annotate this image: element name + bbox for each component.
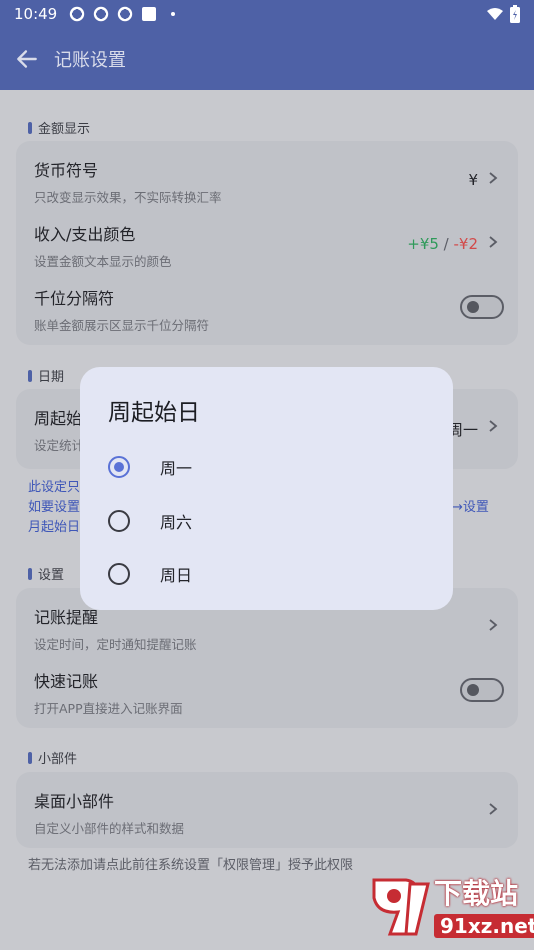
section-mark [28, 751, 32, 764]
expense-sample: -¥2 [453, 235, 479, 253]
section-title-label: 日期 [38, 370, 65, 385]
quick-record-title: 快速记账 [34, 672, 99, 691]
week-start-dialog: 周起始日 周一 周六 周日 [80, 367, 453, 610]
option-label: 周日 [160, 566, 193, 585]
option-monday[interactable]: 周一 [108, 449, 428, 485]
toggle-knob [467, 301, 479, 313]
app-notification-icon [94, 6, 109, 22]
quick-record-toggle[interactable] [460, 678, 504, 702]
currency-symbol-row[interactable]: 货币符号 只改变显示效果，不实际转换汇率 ¥ [34, 157, 500, 206]
toggle-knob [467, 684, 479, 696]
watermark-url: 91xz.net [434, 914, 534, 938]
status-bar: 10:49 [0, 0, 534, 28]
thousands-separator-title: 千位分隔符 [34, 289, 115, 308]
color-separator: / [438, 235, 454, 253]
section-title-settings: 设置 [28, 564, 64, 583]
option-label: 周六 [160, 513, 193, 532]
thousands-separator-row: 千位分隔符 账单金额展示区显示千位分隔符 [34, 285, 504, 334]
desktop-widget-subtitle: 自定义小部件的样式和数据 [34, 821, 185, 836]
section-title-date: 日期 [28, 366, 64, 385]
section-title-label: 金额显示 [38, 122, 91, 137]
date-note-line3: 月起始日 [28, 520, 81, 535]
status-time: 10:49 [14, 5, 58, 23]
app-notification-icon [70, 6, 85, 22]
thousands-separator-toggle[interactable] [460, 295, 504, 319]
section-mark [28, 121, 32, 134]
currency-symbol-value: ¥ [468, 171, 478, 189]
desktop-widget-title: 桌面小部件 [34, 792, 115, 811]
app-bar: 记账设置 [0, 28, 534, 90]
income-sample: +¥5 [407, 235, 439, 253]
reminder-subtitle: 设定时间，定时通知提醒记账 [34, 637, 197, 652]
section-title-label: 小部件 [38, 752, 78, 767]
chevron-right-icon [489, 420, 498, 432]
option-sunday[interactable]: 周日 [108, 556, 428, 592]
app-notification-icon [118, 6, 133, 22]
watermark-logo-icon [372, 878, 430, 936]
date-note-line1: 此设定只 [28, 480, 81, 495]
wifi-icon [487, 8, 503, 20]
quick-record-row: 快速记账 打开APP直接进入记账界面 [34, 668, 504, 717]
widget-permission-note[interactable]: 若无法添加请点此前往系统设置「权限管理」授予此权限 [28, 856, 353, 876]
section-mark [28, 567, 32, 580]
amount-card: 货币符号 只改变显示效果，不实际转换汇率 ¥ 收入/支出颜色 设置金额文本显示的… [16, 141, 518, 345]
back-arrow-icon[interactable] [14, 46, 40, 72]
section-title-amount: 金额显示 [28, 118, 90, 137]
chevron-right-icon [489, 803, 498, 815]
desktop-widget-row[interactable]: 桌面小部件 自定义小部件的样式和数据 [34, 788, 500, 837]
radio-unselected[interactable] [108, 563, 130, 585]
battery-icon [510, 5, 520, 23]
section-mark [28, 369, 32, 382]
income-expense-color-subtitle: 设置金额文本显示的颜色 [34, 254, 172, 269]
section-title-widget: 小部件 [28, 748, 77, 767]
dialog-title: 周起始日 [108, 400, 200, 426]
option-label: 周一 [160, 459, 193, 478]
dot-icon [171, 12, 176, 16]
section-title-label: 设置 [38, 568, 65, 583]
option-saturday[interactable]: 周六 [108, 503, 428, 539]
radio-selected[interactable] [108, 456, 130, 478]
watermark-title: 下载站 [434, 877, 519, 910]
watermark: 下载站 91xz.net [366, 870, 534, 950]
thousands-separator-subtitle: 账单金额展示区显示千位分隔符 [34, 318, 210, 333]
chevron-right-icon [489, 619, 498, 631]
date-note-line2-right[interactable]: →设置 [452, 498, 489, 518]
date-note-line2[interactable]: 如要设置 [28, 498, 80, 518]
income-expense-color-value: +¥5 / -¥2 [407, 235, 478, 253]
currency-symbol-title: 货币符号 [34, 161, 99, 180]
square-notification-icon [142, 7, 157, 21]
income-expense-color-row[interactable]: 收入/支出颜色 设置金额文本显示的颜色 +¥5 / -¥2 [34, 221, 500, 270]
radio-unselected[interactable] [108, 510, 130, 532]
currency-symbol-subtitle: 只改变显示效果，不实际转换汇率 [34, 190, 222, 205]
chevron-right-icon [489, 172, 498, 184]
widget-card: 桌面小部件 自定义小部件的样式和数据 [16, 772, 518, 848]
chevron-right-icon [489, 236, 498, 248]
quick-record-subtitle: 打开APP直接进入记账界面 [34, 701, 183, 716]
reminder-row[interactable]: 记账提醒 设定时间，定时通知提醒记账 [34, 604, 500, 653]
page-title: 记账设置 [54, 50, 126, 71]
